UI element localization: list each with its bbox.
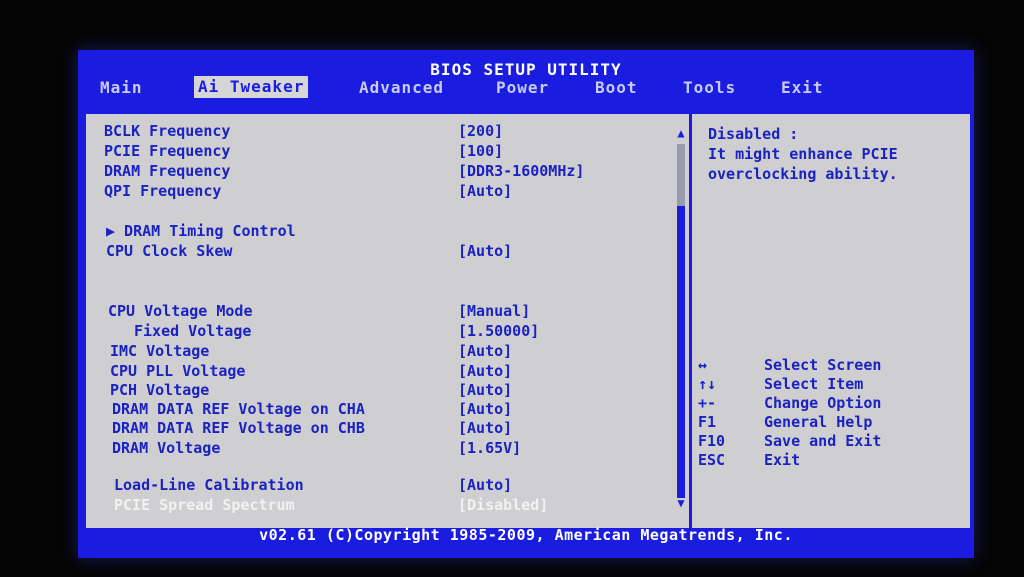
key-legend: ↔ Select Screen ↑↓ Select Item +- Change… — [698, 356, 958, 470]
setting-value: [1.65V] — [458, 439, 522, 457]
setting-value: [Auto] — [458, 419, 513, 437]
key-description: Exit — [764, 451, 801, 469]
setting-label: DRAM Frequency — [104, 162, 231, 180]
setting-bclk-frequency[interactable]: BCLK Frequency [200] — [86, 122, 676, 142]
key-description: Select Item — [764, 375, 864, 393]
setting-label: PCIE Frequency — [104, 142, 231, 160]
setting-label: QPI Frequency — [104, 182, 222, 200]
panel-divider — [689, 114, 692, 528]
key-name: F1 — [698, 413, 717, 431]
setting-label: CPU Clock Skew — [106, 242, 233, 260]
scrollbar-track — [677, 144, 685, 206]
setting-value: [200] — [458, 122, 504, 140]
setting-value: [Auto] — [458, 381, 513, 399]
setting-label: PCH Voltage — [110, 381, 210, 399]
help-line: It might enhance PCIE — [708, 145, 898, 163]
help-line: Disabled : — [708, 125, 799, 143]
setting-value: [Auto] — [458, 476, 513, 494]
setting-label: DRAM Voltage — [112, 439, 221, 457]
key-description: General Help — [764, 413, 873, 431]
key-legend-item: ESC Exit — [698, 451, 958, 470]
setting-value: [Auto] — [458, 242, 513, 260]
setting-label: Load-Line Calibration — [114, 476, 304, 494]
key-description: Select Screen — [764, 356, 882, 374]
scroll-up-arrow-icon[interactable]: ▲ — [675, 126, 687, 140]
bios-screen: BIOS SETUP UTILITY Main Ai Tweaker Advan… — [78, 50, 974, 558]
setting-value: [Auto] — [458, 400, 513, 418]
setting-qpi-frequency[interactable]: QPI Frequency [Auto] — [86, 182, 676, 202]
key-description: Save and Exit — [764, 432, 882, 450]
setting-label: CPU PLL Voltage — [110, 362, 246, 380]
setting-pch-voltage[interactable]: PCH Voltage [Auto] — [86, 381, 676, 401]
tab-tools[interactable]: Tools — [683, 78, 736, 97]
key-name: ↑↓ — [698, 375, 717, 393]
key-legend-item: +- Change Option — [698, 394, 958, 413]
setting-label: PCIE Spread Spectrum — [114, 496, 295, 514]
tab-advanced[interactable]: Advanced — [359, 78, 444, 97]
setting-pcie-spread-spectrum[interactable]: PCIE Spread Spectrum [Disabled] — [86, 496, 676, 516]
setting-value: [1.50000] — [458, 322, 540, 340]
key-description: Change Option — [764, 394, 882, 412]
key-legend-item: ↔ Select Screen — [698, 356, 958, 375]
setting-label: DRAM DATA REF Voltage on CHB — [112, 419, 365, 437]
setting-pcie-frequency[interactable]: PCIE Frequency [100] — [86, 142, 676, 162]
scrollbar-thumb[interactable] — [677, 206, 685, 498]
tab-main[interactable]: Main — [100, 78, 143, 97]
setting-dram-voltage[interactable]: DRAM Voltage [1.65V] — [86, 439, 676, 459]
setting-fixed-voltage[interactable]: Fixed Voltage [1.50000] — [86, 322, 676, 342]
submenu-dram-timing-control[interactable]: ▶ DRAM Timing Control — [86, 222, 676, 242]
key-name: ↔ — [698, 356, 708, 374]
setting-imc-voltage[interactable]: IMC Voltage [Auto] — [86, 342, 676, 362]
setting-value: [Auto] — [458, 182, 513, 200]
settings-panel: BCLK Frequency [200] PCIE Frequency [100… — [84, 112, 972, 530]
setting-cpu-pll-voltage[interactable]: CPU PLL Voltage [Auto] — [86, 362, 676, 382]
setting-load-line-calibration[interactable]: Load-Line Calibration [Auto] — [86, 476, 676, 496]
copyright-footer: v02.61 (C)Copyright 1985-2009, American … — [259, 526, 793, 544]
submenu-label: ▶ DRAM Timing Control — [106, 222, 296, 240]
key-name: +- — [698, 394, 717, 412]
key-name: F10 — [698, 432, 726, 450]
tab-exit[interactable]: Exit — [781, 78, 824, 97]
setting-dram-frequency[interactable]: DRAM Frequency [DDR3-1600MHz] — [86, 162, 676, 182]
setting-label: IMC Voltage — [110, 342, 210, 360]
setting-value: [Auto] — [458, 342, 513, 360]
scrollbar[interactable]: ▲ ▼ — [675, 126, 687, 510]
menu-tabs: Main Ai Tweaker Advanced Power Boot Tool… — [78, 76, 974, 100]
setting-label: DRAM DATA REF Voltage on CHA — [112, 400, 365, 418]
setting-cpu-clock-skew[interactable]: CPU Clock Skew [Auto] — [86, 242, 676, 262]
scroll-down-arrow-icon[interactable]: ▼ — [675, 496, 687, 510]
setting-label: Fixed Voltage — [134, 322, 252, 340]
key-legend-item: ↑↓ Select Item — [698, 375, 958, 394]
setting-label: BCLK Frequency — [104, 122, 231, 140]
key-legend-item: F10 Save and Exit — [698, 432, 958, 451]
tab-power[interactable]: Power — [496, 78, 549, 97]
setting-value: [Disabled] — [458, 496, 549, 514]
setting-value: [Auto] — [458, 362, 513, 380]
help-line: overclocking ability. — [708, 165, 898, 183]
setting-label: CPU Voltage Mode — [108, 302, 253, 320]
setting-value: [DDR3-1600MHz] — [458, 162, 585, 180]
tab-ai-tweaker[interactable]: Ai Tweaker — [194, 76, 309, 98]
setting-value: [Manual] — [458, 302, 531, 320]
setting-dram-data-ref-voltage-chb[interactable]: DRAM DATA REF Voltage on CHB [Auto] — [86, 419, 676, 439]
tab-boot[interactable]: Boot — [595, 78, 638, 97]
setting-cpu-voltage-mode[interactable]: CPU Voltage Mode [Manual] — [86, 302, 676, 322]
setting-value: [100] — [458, 142, 504, 160]
key-legend-item: F1 General Help — [698, 413, 958, 432]
setting-dram-data-ref-voltage-cha[interactable]: DRAM DATA REF Voltage on CHA [Auto] — [86, 400, 676, 420]
key-name: ESC — [698, 451, 726, 469]
help-text: Disabled : It might enhance PCIE overclo… — [708, 124, 958, 184]
